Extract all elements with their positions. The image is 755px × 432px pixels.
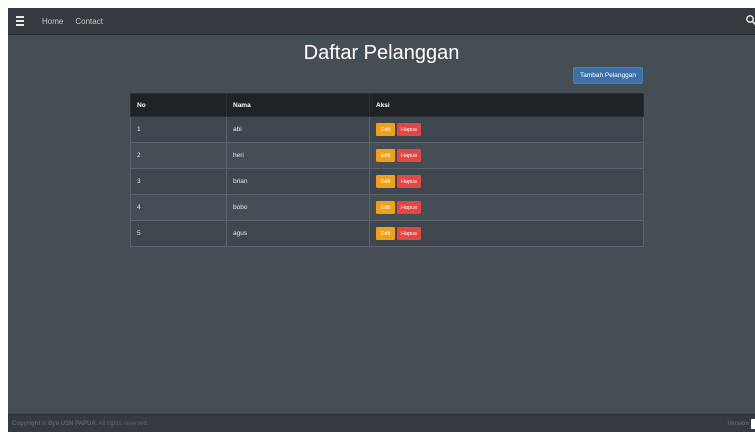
cell-nama: abi [226,116,370,143]
table-header-row: No Nama Aksi [130,93,644,117]
edit-button[interactable]: Edit [376,175,395,188]
version-value [751,419,755,429]
column-header-no: No [130,93,227,117]
delete-button[interactable]: Hapus [397,201,421,214]
edit-button[interactable]: Edit [376,201,395,214]
copyright-text: Copyright © Bye USN PAPUA. All rights re… [12,421,148,427]
edit-button[interactable]: Edit [376,123,395,136]
cell-aksi: Edit Hapus [369,116,644,143]
hamburger-icon[interactable] [16,16,30,26]
table-row: 1 abi Edit Hapus [130,116,644,143]
column-header-aksi: Aksi [369,93,644,117]
cell-nama: bobo [226,194,370,221]
footer-brand-link[interactable]: Bye USN PAPUA [48,421,96,427]
copyright-prefix: Copyright © [12,421,49,427]
cell-aksi: Edit Hapus [369,220,644,247]
customer-table: No Nama Aksi 1 abi Edit Hapus 2 heri Edi… [130,93,644,247]
cell-no: 3 [130,168,227,195]
table-row: 5 agus Edit Hapus [130,220,644,247]
cell-no: 1 [130,116,227,143]
cell-aksi: Edit Hapus [369,194,644,221]
page-footer: Copyright © Bye USN PAPUA. All rights re… [8,414,755,432]
cell-aksi: Edit Hapus [369,168,644,195]
main-content: Daftar Pelanggan Tambah Pelanggan No Nam… [8,34,755,414]
nav-link-contact[interactable]: Contact [75,17,103,26]
delete-button[interactable]: Hapus [397,149,421,162]
delete-button[interactable]: Hapus [397,175,421,188]
search-icon[interactable] [745,14,755,26]
table-row: 3 brian Edit Hapus [130,168,644,195]
copyright-suffix: . All rights reserved. [95,421,149,427]
top-navbar: Home Contact [8,8,755,35]
edit-button[interactable]: Edit [376,227,395,240]
cell-nama: agus [226,220,370,247]
cell-no: 4 [130,194,227,221]
page-title: Daftar Pelanggan [303,42,460,64]
table-row: 2 heri Edit Hapus [130,142,644,169]
table-row: 4 bobo Edit Hapus [130,194,644,221]
delete-button[interactable]: Hapus [397,227,421,240]
nav-link-home[interactable]: Home [42,17,63,26]
cell-no: 5 [130,220,227,247]
app-frame: Home Contact Daftar Pelanggan Tambah Pel… [8,8,755,432]
cell-no: 2 [130,142,227,169]
edit-button[interactable]: Edit [376,149,395,162]
cell-nama: heri [226,142,370,169]
cell-aksi: Edit Hapus [369,142,644,169]
column-header-nama: Nama [226,93,370,117]
cell-nama: brian [226,168,370,195]
delete-button[interactable]: Hapus [397,123,421,136]
version-label: Version [727,421,749,427]
add-customer-button[interactable]: Tambah Pelanggan [573,67,643,84]
